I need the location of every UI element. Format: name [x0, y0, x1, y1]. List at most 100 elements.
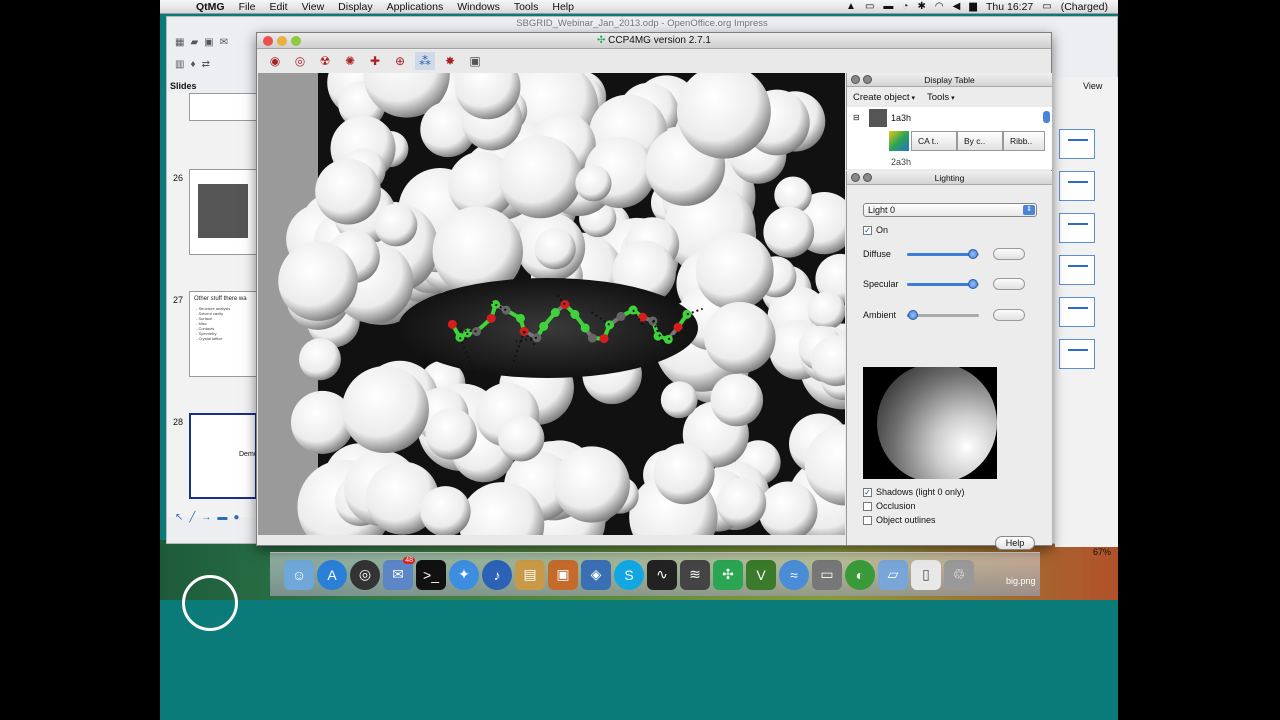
select-tool-icon[interactable]: ↖	[175, 512, 183, 523]
object-name-2a3h[interactable]: 2a3h	[891, 157, 911, 167]
radiation-icon[interactable]: ☢	[315, 52, 335, 70]
light-selector[interactable]: Light 0 ⇕	[863, 203, 1037, 217]
minimize-window-icon[interactable]	[277, 36, 287, 46]
menu-display[interactable]: Display	[338, 1, 372, 13]
document-icon[interactable]: ▯	[911, 559, 941, 590]
slider-knob[interactable]	[968, 279, 979, 289]
draw-style-button[interactable]: Ribb..	[1003, 131, 1045, 151]
menu-help[interactable]: Help	[552, 1, 574, 13]
view-menu[interactable]: View	[1083, 81, 1102, 91]
occlusion-checkbox[interactable]: Occlusion	[863, 501, 916, 511]
slide-thumb-27[interactable]: Other stuff there wa - Structure analysi…	[189, 291, 257, 377]
arrow-tool-icon[interactable]: →	[201, 512, 211, 523]
light-preview-sphere[interactable]	[863, 367, 997, 479]
layout-thumb-4[interactable]	[1059, 255, 1095, 285]
rect-tool-icon[interactable]: ▬	[217, 512, 227, 523]
layout-thumb-2[interactable]	[1059, 171, 1095, 201]
tools-menu[interactable]: Tools	[927, 92, 955, 103]
finder-icon[interactable]: ☺	[284, 559, 314, 590]
specular-slider[interactable]	[907, 279, 979, 289]
new-doc-icon[interactable]: ▦	[175, 37, 184, 48]
save-icon[interactable]: ▣	[204, 37, 213, 48]
ligand-icon[interactable]: ✸	[440, 52, 460, 70]
safari-icon[interactable]: ✦	[449, 559, 479, 590]
molecule-viewport[interactable]	[258, 73, 845, 535]
slide-thumb-26[interactable]	[189, 169, 257, 255]
float-panel-icon[interactable]	[863, 75, 872, 84]
itunes-icon[interactable]: ♪	[482, 559, 512, 590]
skype-icon[interactable]: S	[614, 559, 644, 590]
zoom-level[interactable]: 67%	[1093, 547, 1111, 557]
slide-thumb-28[interactable]: Demo	[189, 413, 257, 499]
trash-icon[interactable]: ♲	[944, 559, 974, 590]
mail-icon[interactable]: ✉ 48	[383, 556, 415, 590]
object-style-icon[interactable]	[889, 131, 909, 151]
tree-scrollbar[interactable]	[1043, 111, 1050, 123]
slide-thumb-25[interactable]	[189, 93, 257, 121]
flag-icon[interactable]: ▆	[969, 1, 977, 12]
slider-knob[interactable]	[968, 249, 979, 259]
terminal-icon[interactable]: >_	[416, 559, 446, 590]
photo-icon[interactable]: ▣	[548, 559, 578, 590]
slider-knob[interactable]	[907, 310, 918, 320]
object-name-1a3h[interactable]: 1a3h	[891, 113, 911, 123]
specular-colour-button[interactable]	[993, 278, 1025, 290]
layout-thumb-3[interactable]	[1059, 213, 1095, 243]
smiley-desktop-icon[interactable]	[182, 575, 238, 631]
virtualbox-icon[interactable]: ◈	[581, 559, 611, 590]
utility-icon[interactable]: ▭	[812, 559, 842, 590]
vim-icon[interactable]: V	[746, 559, 776, 590]
close-panel-icon[interactable]	[851, 75, 860, 84]
diffuse-colour-button[interactable]	[993, 248, 1025, 260]
eye-icon[interactable]: ◉	[265, 52, 285, 70]
globe-icon[interactable]: ◐	[845, 559, 875, 590]
menu-app-name[interactable]: QtMG	[196, 1, 225, 13]
diffuse-slider[interactable]	[907, 249, 979, 259]
float-lighting-icon[interactable]	[863, 173, 872, 182]
outlines-checkbox[interactable]: Object outlines	[863, 515, 936, 525]
menu-applications[interactable]: Applications	[387, 1, 444, 13]
layout-thumb-5[interactable]	[1059, 297, 1095, 327]
light-on-checkbox[interactable]: ✓ On	[863, 225, 888, 235]
arrow-icon[interactable]: ⇄	[202, 59, 210, 70]
display-icon[interactable]: ▬	[883, 1, 893, 12]
menu-tools[interactable]: Tools	[514, 1, 539, 13]
colour-scheme-button[interactable]: By c..	[957, 131, 1003, 151]
wifi-icon[interactable]: ◠	[935, 1, 944, 12]
battery-icon[interactable]: ▭	[1042, 1, 1051, 12]
line-tool-icon[interactable]: ╱	[189, 512, 195, 523]
app-store-icon[interactable]: A	[317, 559, 347, 590]
zoom-window-icon[interactable]	[291, 36, 301, 46]
close-lighting-icon[interactable]	[851, 173, 860, 182]
drive-icon[interactable]: ▭	[865, 1, 874, 12]
layout-thumb-6[interactable]	[1059, 339, 1095, 369]
zoom-search-icon[interactable]: ⊕	[390, 52, 410, 70]
fill-icon[interactable]: ♦	[190, 59, 195, 70]
open-icon[interactable]: ▰	[190, 37, 198, 48]
activity-monitor-icon[interactable]: ∿	[647, 559, 677, 590]
bluetooth-icon[interactable]: ✱	[917, 1, 925, 12]
folder-icon[interactable]: ▱	[878, 559, 908, 590]
ambient-colour-button[interactable]	[993, 309, 1025, 321]
collapse-toggle-icon[interactable]: ⊟	[853, 113, 860, 122]
tray-icon[interactable]: ▲	[846, 1, 856, 12]
menu-edit[interactable]: Edit	[270, 1, 288, 13]
atoms-icon[interactable]: ⁂	[415, 51, 435, 70]
console-icon[interactable]: ≋	[680, 559, 710, 590]
ellipse-tool-icon[interactable]: ●	[233, 512, 239, 523]
molecule-icon[interactable]: ✺	[340, 52, 360, 70]
preview-icon[interactable]: ▤	[515, 559, 545, 590]
camera-icon[interactable]: ▣	[465, 52, 485, 70]
export-icon[interactable]: ✉	[220, 37, 228, 48]
help-button[interactable]: Help	[995, 536, 1035, 550]
menu-windows[interactable]: Windows	[457, 1, 500, 13]
desktop-file-label[interactable]: big.png	[1006, 576, 1036, 586]
menu-view[interactable]: View	[302, 1, 325, 13]
atom-selection-button[interactable]: CA t..	[911, 131, 957, 151]
close-window-icon[interactable]	[263, 36, 273, 46]
battery-status[interactable]: (Charged)	[1061, 1, 1108, 13]
dashboard-icon[interactable]: ◎	[350, 559, 380, 590]
layout-icon[interactable]: ▥	[175, 59, 184, 70]
eye-alt-icon[interactable]: ◎	[290, 52, 310, 70]
timer-icon[interactable]: ◔	[902, 1, 908, 12]
